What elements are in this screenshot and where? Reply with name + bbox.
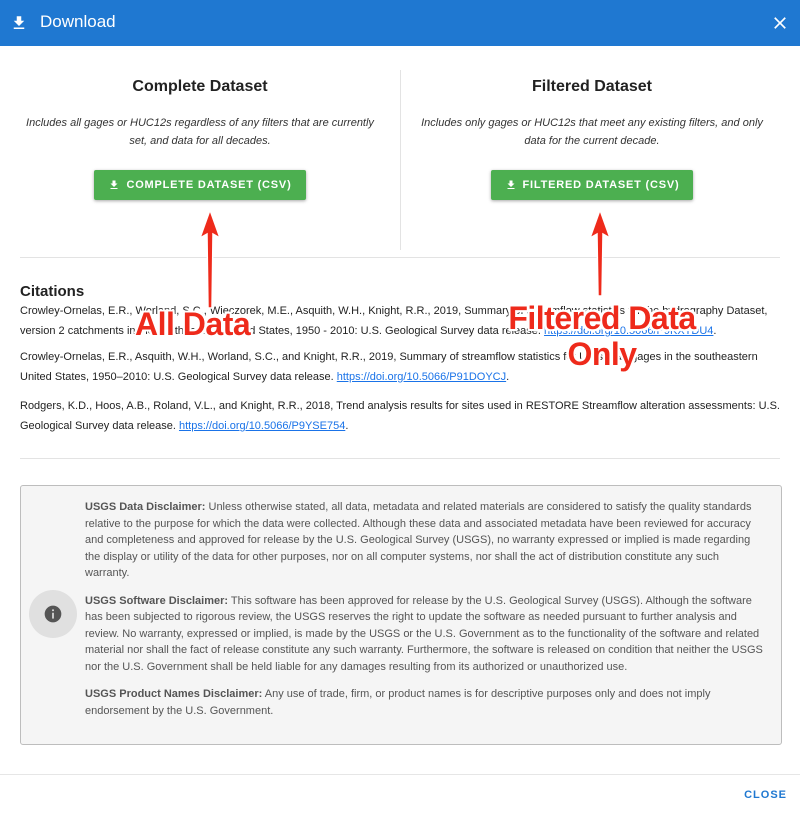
annotation-all-data: All Data <box>135 306 251 342</box>
filtered-dataset-panel: Filtered Dataset Includes only gages or … <box>412 70 772 200</box>
download-icon <box>507 180 515 189</box>
arrow-up-icon <box>588 208 612 297</box>
disclaimer-title: USGS Data Disclaimer: <box>85 501 206 513</box>
filtered-dataset-description: Includes only gages or HUC12s that meet … <box>421 117 763 147</box>
arrow-up-icon <box>198 208 222 309</box>
complete-dataset-panel: Complete Dataset Includes all gages or H… <box>20 70 380 200</box>
section-divider <box>20 458 780 459</box>
info-icon <box>44 605 62 623</box>
filtered-dataset-button[interactable]: FILTERED DATASET (CSV) <box>490 170 694 200</box>
column-divider <box>400 70 401 250</box>
citation-link[interactable]: https://doi.org/10.5066/P9YSE754 <box>179 420 345 432</box>
disclaimer-title: USGS Product Names Disclaimer: <box>85 688 263 700</box>
section-divider <box>20 257 780 258</box>
citation-text: Rodgers, K.D., Hoos, A.B., Roland, V.L.,… <box>20 400 780 432</box>
disclaimer-box: USGS Data Disclaimer: Unless otherwise s… <box>20 485 782 745</box>
close-button[interactable]: CLOSE <box>744 789 787 801</box>
footer-divider <box>0 774 800 775</box>
citation-link[interactable]: https://doi.org/10.5066/P91DOYCJ <box>337 371 506 383</box>
data-disclaimer: USGS Data Disclaimer: Unless otherwise s… <box>85 499 765 582</box>
filtered-dataset-button-label: FILTERED DATASET (CSV) <box>522 179 680 191</box>
citations-heading: Citations <box>20 283 85 300</box>
citation-text-end: . <box>506 371 510 383</box>
download-icon <box>110 180 118 189</box>
disclaimer-text: USGS Data Disclaimer: Unless otherwise s… <box>85 499 765 730</box>
software-disclaimer: USGS Software Disclaimer: This software … <box>85 593 765 676</box>
citation-item: Rodgers, K.D., Hoos, A.B., Roland, V.L.,… <box>20 396 782 436</box>
dialog-title: Download <box>40 12 116 31</box>
info-icon-badge <box>29 590 77 638</box>
complete-dataset-heading: Complete Dataset <box>132 78 268 95</box>
product-names-disclaimer: USGS Product Names Disclaimer: Any use o… <box>85 686 765 719</box>
dialog-header: Download <box>0 0 800 46</box>
annotation-line: Only <box>567 336 637 372</box>
citations-section: Citations Crowley-Ornelas, E.R., Worland… <box>20 283 782 432</box>
complete-dataset-description: Includes all gages or HUC12s regardless … <box>26 117 374 147</box>
complete-dataset-button[interactable]: COMPLETE DATASET (CSV) <box>94 170 306 200</box>
complete-dataset-button-label: COMPLETE DATASET (CSV) <box>126 179 292 191</box>
annotation-filtered-data: Filtered Data Only <box>482 300 722 372</box>
close-icon[interactable] <box>770 13 790 33</box>
annotation-line: Filtered Data <box>508 300 696 336</box>
filtered-dataset-heading: Filtered Dataset <box>531 78 653 95</box>
download-icon <box>13 16 25 29</box>
disclaimer-title: USGS Software Disclaimer: <box>85 594 229 607</box>
citation-text-end: . <box>345 420 349 432</box>
